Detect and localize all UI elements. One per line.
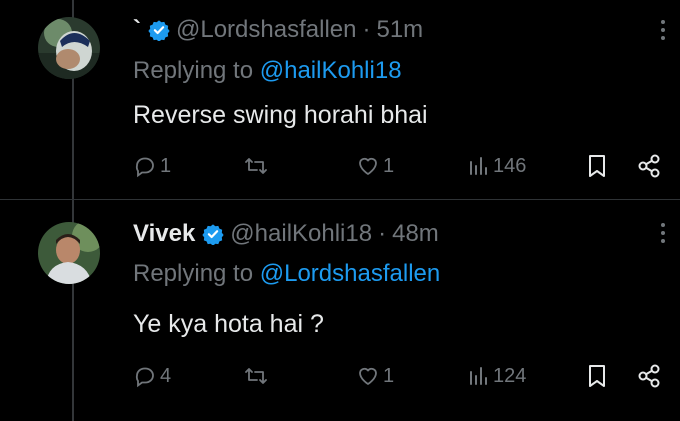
views-icon	[468, 154, 490, 178]
replying-to: Replying to @Lordshasfallen	[133, 260, 440, 288]
like-count: 1	[383, 364, 395, 387]
reply-icon	[133, 364, 157, 388]
reply-icon	[133, 154, 157, 178]
more-icon[interactable]	[660, 223, 666, 243]
retweet-button[interactable]	[243, 150, 272, 182]
view-count: 124	[493, 364, 527, 387]
action-bar: 4 1 124	[0, 360, 680, 392]
views-button[interactable]: 124	[468, 360, 526, 392]
heart-icon	[356, 154, 380, 178]
share-icon	[636, 363, 662, 389]
heart-icon	[356, 364, 380, 388]
tweet-1[interactable]: ` @Lordshasfallen · 51m Replying to @hai…	[0, 0, 680, 200]
action-bar: 1 1 146	[0, 150, 680, 182]
separator-dot: ·	[378, 220, 387, 247]
reply-count: 4	[160, 364, 172, 387]
retweet-icon	[243, 364, 269, 388]
views-button[interactable]: 146	[468, 150, 526, 182]
reply-button[interactable]: 1	[133, 150, 171, 182]
bookmark-button[interactable]	[586, 360, 608, 392]
retweet-button[interactable]	[243, 360, 272, 392]
share-button[interactable]	[636, 360, 662, 392]
like-count: 1	[383, 154, 395, 177]
tweet-header: ` @Lordshasfallen · 51m	[133, 14, 423, 46]
tweet-text: Reverse swing horahi bhai	[133, 101, 428, 129]
avatar[interactable]	[38, 222, 100, 284]
like-button[interactable]: 1	[356, 360, 394, 392]
share-icon	[636, 153, 662, 179]
tweet-header: Vivek @hailKohli18 · 48m	[133, 218, 439, 250]
display-name[interactable]: `	[133, 16, 141, 44]
more-icon[interactable]	[660, 20, 666, 40]
verified-badge-icon	[148, 19, 170, 41]
like-button[interactable]: 1	[356, 150, 394, 182]
bookmark-button[interactable]	[586, 150, 608, 182]
replying-to: Replying to @hailKohli18	[133, 57, 402, 85]
avatar[interactable]	[38, 17, 100, 79]
timestamp[interactable]: 48m	[392, 220, 439, 248]
handle[interactable]: @Lordshasfallen	[176, 16, 356, 44]
reply-count: 1	[160, 154, 172, 177]
reply-button[interactable]: 4	[133, 360, 171, 392]
views-icon	[468, 364, 490, 388]
replying-to-link[interactable]: @Lordshasfallen	[260, 260, 440, 287]
verified-badge-icon	[202, 223, 224, 245]
replying-to-label: Replying to	[133, 57, 254, 84]
tweet-2[interactable]: Vivek @hailKohli18 · 48m Replying to @Lo…	[0, 200, 680, 421]
timestamp[interactable]: 51m	[376, 16, 423, 44]
replying-to-label: Replying to	[133, 260, 254, 287]
handle[interactable]: @hailKohli18	[230, 220, 372, 248]
separator-dot: ·	[362, 16, 371, 43]
bookmark-icon	[586, 363, 608, 389]
share-button[interactable]	[636, 150, 662, 182]
replying-to-link[interactable]: @hailKohli18	[260, 57, 402, 84]
view-count: 146	[493, 154, 527, 177]
tweet-text: Ye kya hota hai ?	[133, 310, 324, 338]
retweet-icon	[243, 154, 269, 178]
display-name[interactable]: Vivek	[133, 220, 195, 248]
bookmark-icon	[586, 153, 608, 179]
